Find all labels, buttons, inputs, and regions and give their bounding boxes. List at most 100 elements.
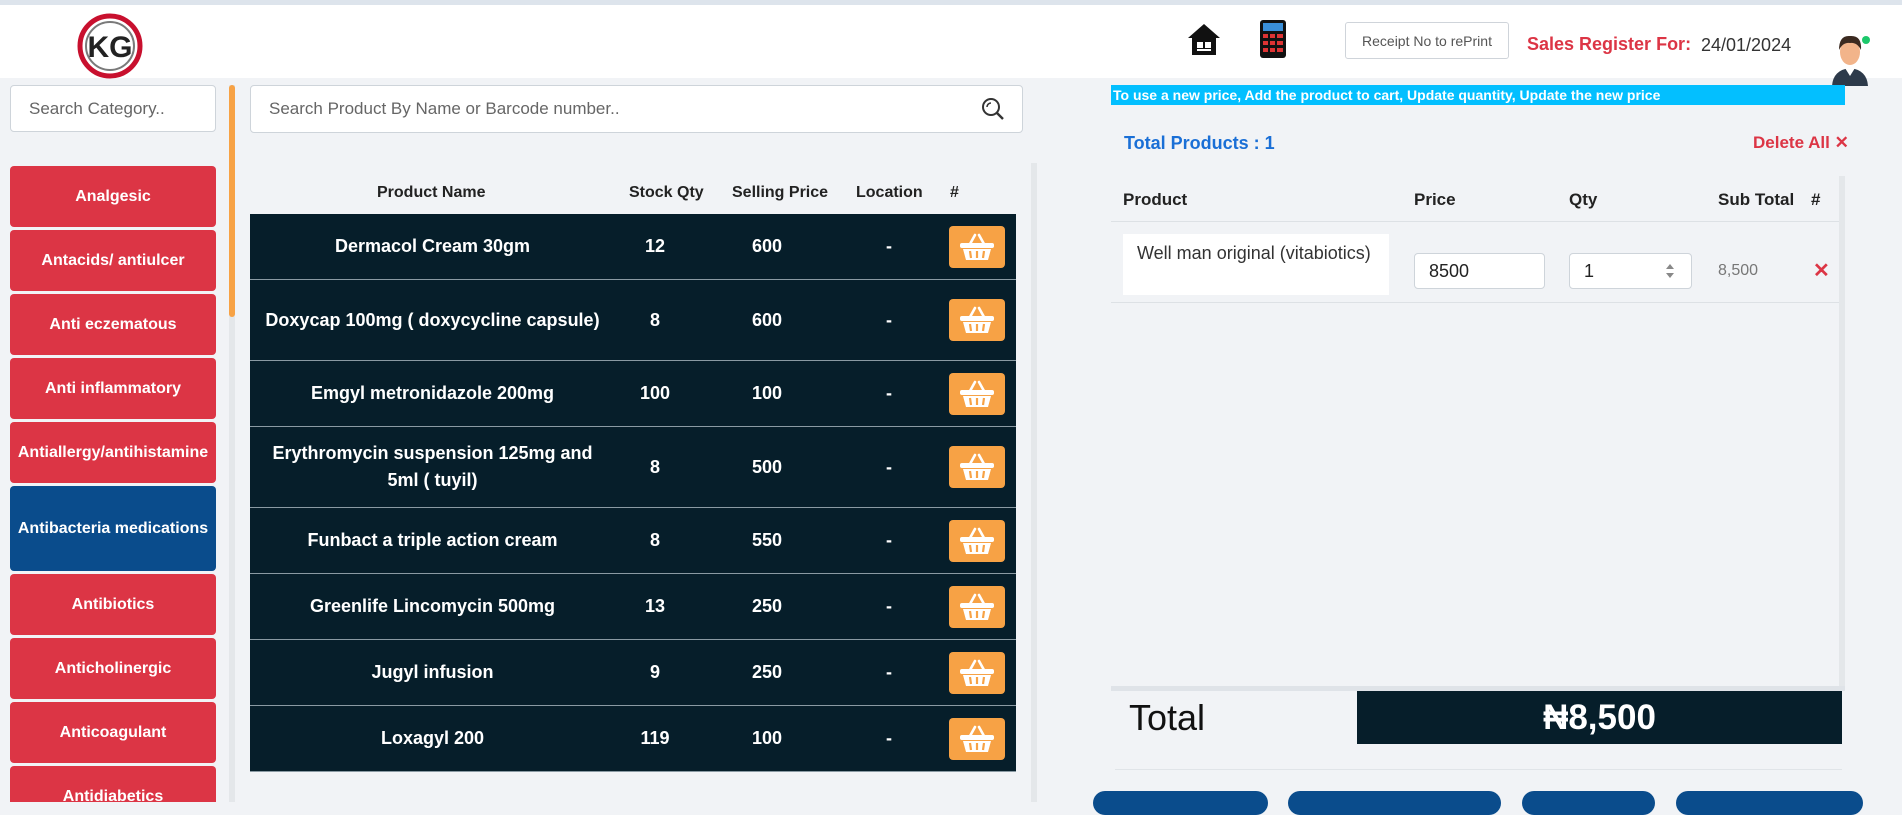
product-name: Dermacol Cream 30gm xyxy=(334,236,531,256)
product-location: - xyxy=(886,456,892,477)
action-button-4[interactable] xyxy=(1676,791,1863,815)
price-update-notice: To use a new price, Add the product to c… xyxy=(1111,85,1845,105)
product-name: Doxycap 100mg ( doxycycline capsule) xyxy=(265,309,600,330)
add-to-cart-button[interactable] xyxy=(949,519,1005,562)
product-location: - xyxy=(886,662,892,682)
search-category-input[interactable] xyxy=(10,85,216,132)
add-to-cart-cell xyxy=(946,508,1008,573)
basket-icon xyxy=(960,380,994,407)
col-action: # xyxy=(950,184,959,201)
stock-qty: 8 xyxy=(649,530,660,550)
product-location: - xyxy=(886,309,892,330)
add-to-cart-button[interactable] xyxy=(949,717,1005,760)
product-row: Funbact a triple action cream 8 550 - xyxy=(250,508,1016,574)
total-label: Total xyxy=(1129,697,1206,738)
product-table: Dermacol Cream 30gm 12 600- Doxycap 100mg (… xyxy=(250,214,1016,772)
category-item[interactable]: Anticoagulant xyxy=(10,702,216,763)
product-table-header: Product Name Stock Qty Selling Price Loc… xyxy=(250,175,1016,211)
delete-all-label: Delete All xyxy=(1753,133,1830,152)
col-remove: # xyxy=(1811,190,1821,209)
product-location: - xyxy=(886,530,892,550)
category-scrollbar-thumb[interactable] xyxy=(229,85,235,317)
product-row: Greenlife Lincomycin 500mg 13 250 - xyxy=(250,574,1016,640)
product-table-container: Product Name Stock Qty Selling Price Loc… xyxy=(250,163,1037,802)
cart-price-input[interactable] xyxy=(1414,253,1545,289)
col-subtotal: Sub Total xyxy=(1718,190,1795,209)
add-to-cart-button[interactable] xyxy=(949,225,1005,268)
reprint-receipt-button[interactable]: Receipt No to rePrint xyxy=(1345,22,1509,59)
add-to-cart-cell xyxy=(946,640,1008,705)
remove-item-icon[interactable]: ✕ xyxy=(1813,258,1830,283)
add-to-cart-cell xyxy=(946,574,1008,639)
avatar[interactable] xyxy=(1827,30,1873,86)
basket-icon xyxy=(960,306,994,333)
calculator-icon[interactable] xyxy=(1259,19,1287,59)
add-to-cart-cell xyxy=(946,280,1008,360)
stock-qty: 9 xyxy=(649,662,660,682)
search-icon[interactable] xyxy=(981,97,1005,121)
category-item[interactable]: Anticholinergic xyxy=(10,638,216,699)
selling-price: 500 xyxy=(751,456,783,477)
basket-icon xyxy=(960,725,994,752)
close-icon: ✕ xyxy=(1834,133,1849,152)
sales-register-label: Sales Register For: xyxy=(1527,34,1692,54)
category-item[interactable]: Antiallergy/antihistamine xyxy=(10,422,216,483)
total-amount: ₦8,500 xyxy=(1357,691,1842,744)
category-item-active[interactable]: Antibacteria medications xyxy=(10,486,216,571)
product-location: - xyxy=(886,383,892,403)
product-name: Funbact a triple action cream xyxy=(307,530,558,550)
add-to-cart-button[interactable] xyxy=(949,651,1005,694)
category-item[interactable]: Anti eczematous xyxy=(10,294,216,355)
product-scrollbar-track[interactable] xyxy=(1031,163,1037,802)
col-stock-qty: Stock Qty xyxy=(629,184,704,201)
product-name: Greenlife Lincomycin 500mg xyxy=(309,596,556,616)
product-location: - xyxy=(886,728,892,748)
delete-all-button[interactable]: Delete All ✕ xyxy=(1753,133,1849,153)
selling-price: 600 xyxy=(751,309,783,330)
search-product-input[interactable] xyxy=(250,85,1023,133)
bottom-divider xyxy=(1115,769,1842,770)
col-location: Location xyxy=(856,184,923,201)
action-button-1[interactable] xyxy=(1093,791,1268,815)
stock-qty: 119 xyxy=(640,728,670,748)
stock-qty: 8 xyxy=(649,309,660,330)
add-to-cart-cell xyxy=(946,361,1008,426)
add-to-cart-button[interactable] xyxy=(949,299,1005,341)
category-item[interactable]: Anti inflammatory xyxy=(10,358,216,419)
selling-price: 250 xyxy=(751,662,783,682)
category-item[interactable]: Antacids/ antiulcer xyxy=(10,230,216,291)
add-to-cart-button[interactable] xyxy=(949,585,1005,628)
selling-price: 100 xyxy=(751,728,783,748)
cart-row: Well man original (vitabiotics) 8,500 ✕ xyxy=(1111,222,1841,303)
category-item[interactable]: Analgesic xyxy=(10,166,216,227)
action-button-3[interactable] xyxy=(1522,791,1655,815)
selling-price: 250 xyxy=(751,596,783,616)
cart-product-name-field[interactable]: Well man original (vitabiotics) xyxy=(1123,234,1389,295)
home-icon[interactable] xyxy=(1186,21,1222,59)
category-item[interactable]: Antidiabetics xyxy=(10,766,216,802)
product-row: Doxycap 100mg ( doxycycline capsule) 8 600… xyxy=(250,280,1016,361)
category-item[interactable]: Antibiotics xyxy=(10,574,216,635)
basket-icon xyxy=(960,593,994,620)
selling-price: 100 xyxy=(751,383,783,403)
add-to-cart-cell xyxy=(946,706,1008,771)
col-product-name: Product Name xyxy=(377,184,486,201)
sales-register-date: 24/01/2024 xyxy=(1701,35,1792,55)
add-to-cart-button[interactable] xyxy=(949,372,1005,415)
product-name: Jugyl infusion xyxy=(371,662,494,682)
cart-scrollbar-track[interactable] xyxy=(1839,176,1845,686)
product-name: Erythromycin suspension 125mg and 5ml ( … xyxy=(272,443,593,490)
cart-table: Product Price Qty Sub Total # Well man o… xyxy=(1111,176,1841,686)
col-selling-price: Selling Price xyxy=(732,184,829,201)
add-to-cart-button[interactable] xyxy=(949,446,1005,488)
kg-logo: KG xyxy=(77,13,143,79)
selling-price: 550 xyxy=(751,530,783,550)
stock-qty: 8 xyxy=(649,456,660,477)
action-button-2[interactable] xyxy=(1288,791,1501,815)
product-name: Loxagyl 200 xyxy=(380,728,485,748)
basket-icon xyxy=(960,527,994,554)
qty-stepper-icon[interactable] xyxy=(1664,261,1676,281)
product-row: Jugyl infusion 9 250 - xyxy=(250,640,1016,706)
selling-price: 600 xyxy=(751,236,783,256)
online-status-icon xyxy=(1862,36,1870,44)
